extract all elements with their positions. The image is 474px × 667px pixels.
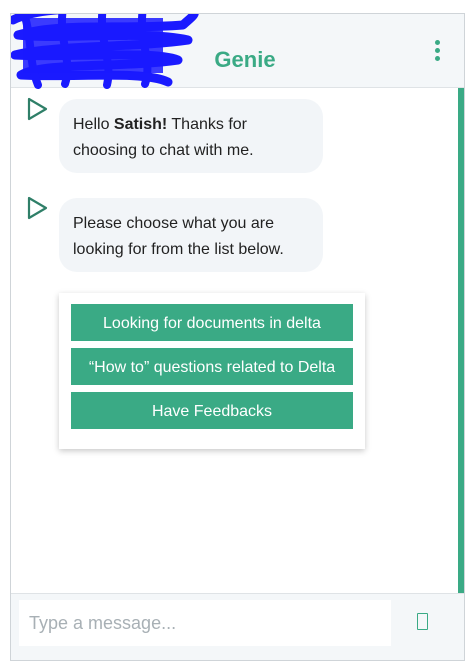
option-how-to-button[interactable]: “How to” questions related to Delta [71, 348, 353, 385]
message-input[interactable] [19, 600, 391, 646]
chat-scrollbar[interactable] [458, 88, 464, 594]
play-triangle-icon [27, 97, 48, 121]
prompt-text: Please choose what you are looking for f… [73, 215, 284, 258]
options-card: Looking for documents in delta “How to” … [59, 293, 365, 449]
bot-message-greeting: Hello Satish! Thanks for choosing to cha… [59, 99, 323, 173]
vertical-dots-icon[interactable] [432, 40, 442, 64]
chat-window: Genie Hello Satish! Thanks for choosing … [10, 13, 465, 661]
chat-title: Genie [214, 47, 276, 72]
send-icon[interactable] [417, 613, 428, 630]
greeting-text: Hello [73, 116, 114, 133]
message-composer [11, 593, 464, 660]
play-triangle-icon [27, 196, 48, 220]
chat-header: Genie [11, 14, 464, 89]
option-documents-button[interactable]: Looking for documents in delta [71, 304, 353, 341]
option-feedback-button[interactable]: Have Feedbacks [71, 392, 353, 429]
bot-message-prompt: Please choose what you are looking for f… [59, 198, 323, 272]
user-name: Satish! [113, 116, 168, 133]
